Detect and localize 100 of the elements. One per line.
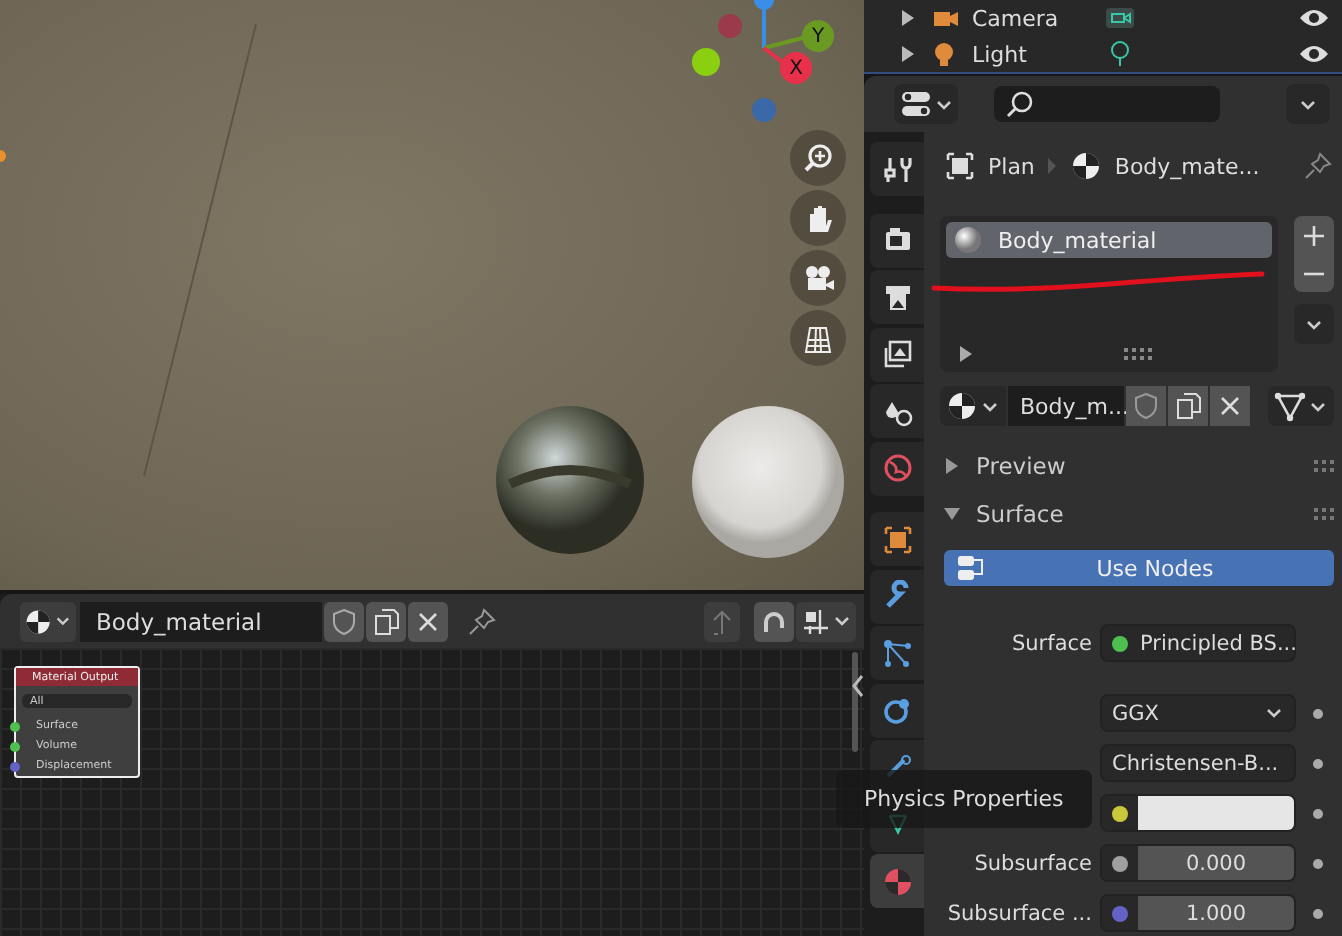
parent-node-tree-button[interactable] (704, 601, 740, 641)
modifier-icon (881, 580, 913, 612)
options-dropdown[interactable] (1286, 84, 1330, 124)
properties-tab[interactable] (870, 142, 924, 196)
zoom-icon[interactable] (802, 142, 834, 174)
keyframe-dot-icon[interactable] (1312, 707, 1324, 719)
dropdown-field[interactable]: Christensen-B... (1100, 744, 1296, 782)
axis-label[interactable]: Y (802, 20, 834, 52)
pin-icon[interactable] (1302, 150, 1334, 182)
camera-data-icon[interactable] (1104, 2, 1136, 34)
keyframe-dot-icon[interactable] (1312, 857, 1324, 869)
editor-type-dropdown[interactable] (894, 84, 958, 124)
object-icon (944, 150, 976, 182)
breadcrumb-item: Plan (988, 153, 1035, 179)
panel-header[interactable]: Surface (940, 490, 1334, 538)
snap-mode-dropdown[interactable] (796, 601, 856, 641)
collapse-chevron-icon[interactable] (850, 672, 864, 700)
drag-grip-icon[interactable] (1314, 460, 1334, 472)
properties-tab[interactable] (870, 327, 924, 381)
slot-label: Body_material (998, 227, 1157, 253)
properties-tab[interactable] (870, 512, 924, 566)
resize-grip-icon[interactable] (1124, 348, 1152, 360)
editor-type-icon (899, 90, 931, 118)
expand-triangle-icon (944, 458, 960, 474)
duplicate-button[interactable] (1168, 386, 1208, 426)
sphere-icon (954, 226, 982, 254)
expand-triangle-icon[interactable] (900, 10, 916, 26)
panel-title: Surface (976, 500, 1064, 528)
caret-icon (1308, 397, 1328, 415)
copy-icon (1174, 392, 1202, 420)
node-link-dropdown[interactable] (1268, 386, 1334, 426)
node-socket[interactable] (10, 721, 20, 731)
fake-user-button[interactable] (1126, 386, 1166, 426)
grid-snap-icon (801, 607, 829, 635)
expand-triangle-icon[interactable] (958, 346, 974, 362)
snap-toggle[interactable] (754, 601, 794, 641)
material-slot-list[interactable]: Body_material (940, 216, 1278, 372)
pin-icon[interactable] (466, 605, 498, 637)
camera-icon[interactable] (802, 262, 834, 294)
unlink-button[interactable] (1210, 386, 1250, 426)
material-sphere-icon (24, 605, 53, 637)
material-browse-dropdown[interactable] (940, 386, 1006, 426)
slot-specials-dropdown[interactable] (1294, 304, 1334, 344)
socket-button[interactable] (1102, 796, 1138, 830)
copy-icon (370, 605, 402, 637)
unlink-button[interactable] (408, 601, 448, 641)
use-nodes-button[interactable]: Use Nodes (944, 550, 1334, 586)
nodes-icon (956, 554, 988, 582)
properties-tab[interactable] (870, 626, 924, 680)
scrollbar[interactable] (852, 652, 858, 752)
duplicate-button[interactable] (366, 601, 406, 641)
material-name-field[interactable]: Body_m... (1008, 386, 1124, 426)
keyframe-dot-icon[interactable] (1312, 907, 1324, 919)
node-socket[interactable] (10, 741, 20, 751)
panel-header[interactable]: Preview (940, 442, 1334, 490)
keyframe-dot-icon[interactable] (1312, 807, 1324, 819)
caret-icon (831, 612, 851, 630)
drag-grip-icon[interactable] (1314, 508, 1334, 520)
chevron-down-icon (1298, 95, 1318, 113)
grid-icon[interactable] (802, 322, 834, 354)
plus-icon (1302, 223, 1326, 247)
material-sphere-icon (946, 390, 978, 422)
particles-icon (881, 637, 913, 669)
material-name-field[interactable]: Body_material (80, 601, 322, 641)
render-icon (881, 224, 913, 256)
caret-icon (54, 612, 72, 630)
caret-icon (933, 95, 953, 113)
material-slot[interactable]: Body_material (946, 222, 1272, 258)
eye-icon[interactable] (1298, 42, 1330, 66)
tooltip: Physics Properties (836, 770, 1092, 828)
properties-tab[interactable] (870, 213, 924, 267)
properties-tab[interactable] (870, 270, 924, 324)
properties-tab[interactable] (870, 569, 924, 623)
shader-dropdown[interactable]: Principled BS... (1100, 624, 1296, 662)
outliner-row[interactable]: Camera (864, 0, 1342, 36)
breadcrumb-item: Body_mate... (1114, 153, 1260, 179)
keyframe-dot-icon[interactable] (1312, 757, 1324, 769)
material-icon (881, 865, 913, 897)
up-arrow-icon (710, 605, 734, 637)
properties-tab[interactable] (870, 683, 924, 737)
property-label: Subsurface (972, 851, 1092, 875)
expand-triangle-icon[interactable] (900, 46, 916, 62)
material-type-dropdown[interactable] (20, 601, 76, 641)
output-icon (881, 281, 913, 313)
property-label: Surface (1009, 631, 1092, 655)
caret-icon (1264, 704, 1284, 722)
fake-user-button[interactable] (324, 601, 364, 641)
eye-icon[interactable] (1298, 6, 1330, 30)
search-field[interactable] (994, 86, 1220, 122)
color-swatch[interactable] (1138, 796, 1294, 830)
caret-icon (980, 397, 1000, 415)
separator-triangle-icon (1046, 158, 1059, 174)
node-socket[interactable] (10, 761, 20, 771)
node-tree-icon (1274, 390, 1306, 422)
dropdown-field[interactable]: GGX (1100, 694, 1296, 732)
outliner-row[interactable]: Light (864, 36, 1342, 72)
axis-label[interactable]: X (780, 52, 812, 84)
properties-tab[interactable] (870, 384, 924, 438)
chevron-down-icon (1304, 315, 1324, 333)
outliner-label: Light (972, 41, 1029, 67)
